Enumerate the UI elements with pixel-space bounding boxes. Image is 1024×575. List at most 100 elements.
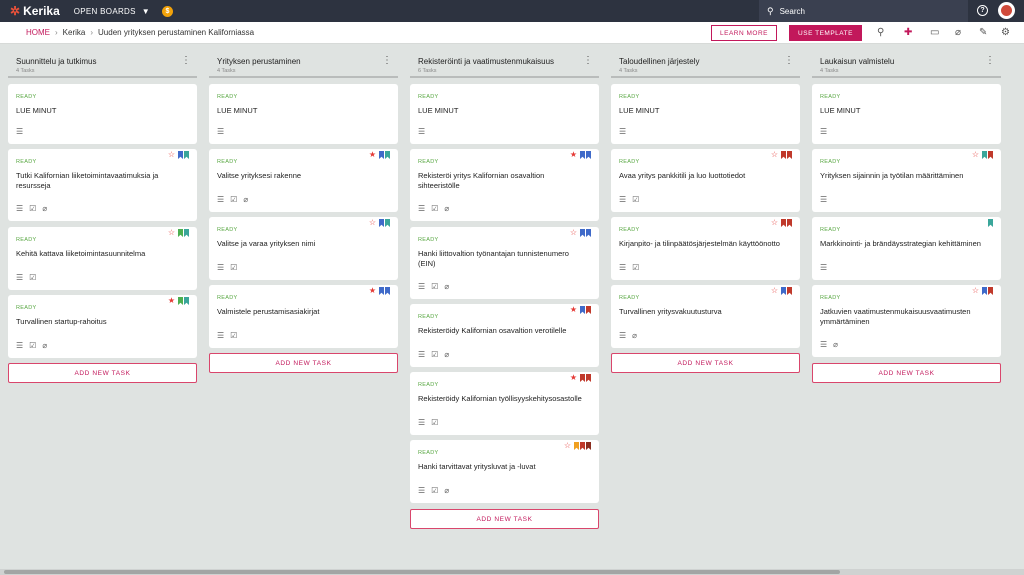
task-card[interactable]: READY Kirjanpito- ja tilinpäätösjärjestel… <box>611 217 800 280</box>
tag-bookmark-icon <box>574 442 579 450</box>
description-icon: ☰ <box>217 263 225 272</box>
column-header[interactable]: Suunnittelu ja tutkimus 4 Tasks ⋮ <box>8 44 197 78</box>
task-status: READY <box>16 159 37 165</box>
task-card[interactable]: READY Valitse ja varaa yrityksen nimi ☆ ☰ ☑ <box>209 217 398 280</box>
learn-more-button[interactable]: LEARN MORE <box>711 25 777 41</box>
star-outline-icon: ☆ <box>770 286 778 295</box>
tag-bookmark-icon <box>988 151 993 159</box>
task-card[interactable]: READY Avaa yritys pankkitili ja luo luott… <box>611 149 800 212</box>
task-card[interactable]: READY LUE MINUT ☰ <box>410 84 599 144</box>
checklist-icon: ☑ <box>431 350 439 359</box>
task-card-icons: ☰ <box>418 127 425 136</box>
column-task-count: 6 Tasks <box>418 68 437 74</box>
task-card[interactable]: READY Turvallinen startup-rahoitus ★ ☰ ☑ ⌀ <box>8 295 197 358</box>
scrollbar-thumb[interactable] <box>4 570 840 574</box>
add-new-task-button[interactable]: ADD NEW TASK <box>209 353 398 373</box>
add-new-task-button[interactable]: ADD NEW TASK <box>410 509 599 529</box>
task-card[interactable]: READY Hanki liittovaltion työnantajan tun… <box>410 227 599 299</box>
task-status: READY <box>820 295 841 301</box>
description-icon: ☰ <box>418 418 426 427</box>
column-header[interactable]: Rekisteröinti ja vaatimustenmukaisuus 6 T… <box>410 44 599 78</box>
task-card[interactable]: READY Kehitä kattava liiketoimintasuunnit… <box>8 227 197 290</box>
breadcrumb-account[interactable]: Kerika <box>63 28 86 37</box>
breadcrumb-home[interactable]: HOME <box>26 28 50 37</box>
task-title: Valmistele perustamisasiakirjat <box>217 307 320 316</box>
task-card[interactable]: READY Tutki Kalifornian liiketoimintavaat… <box>8 149 197 221</box>
task-card[interactable]: READY Turvallinen yritysvakuutusturva ☆ ☰ ⌀ <box>611 285 800 348</box>
add-new-task-button[interactable]: ADD NEW TASK <box>611 353 800 373</box>
add-new-task-button[interactable]: ADD NEW TASK <box>8 363 197 383</box>
chevron-down-icon: ▼ <box>141 6 150 16</box>
star-outline-icon: ☆ <box>971 150 979 159</box>
app-name: Kerika <box>23 4 60 18</box>
tag-bookmark-icon <box>178 229 183 237</box>
kerika-logo[interactable]: ✲ Kerika <box>10 4 60 18</box>
tag-bookmark-icon <box>586 442 591 450</box>
column-menu-icon[interactable]: ⋮ <box>583 56 593 66</box>
search-box[interactable]: ⚲ Search <box>759 0 968 22</box>
checklist-icon: ☑ <box>230 195 238 204</box>
open-boards-menu[interactable]: OPEN BOARDS ▼ <box>74 7 150 16</box>
task-card[interactable]: READY LUE MINUT ☰ <box>812 84 1001 144</box>
chat-icon[interactable]: ▭ <box>930 28 939 38</box>
task-card[interactable]: READY LUE MINUT ☰ <box>209 84 398 144</box>
description-icon: ☰ <box>16 204 24 213</box>
tools-icon[interactable]: ✎ <box>979 28 987 38</box>
task-flags: ★ <box>168 297 189 305</box>
task-flags: ☆ <box>570 229 591 237</box>
task-status: READY <box>418 94 439 100</box>
checklist-icon: ☑ <box>431 486 439 495</box>
task-flags: ☆ <box>369 219 390 227</box>
column-menu-icon[interactable]: ⋮ <box>985 56 995 66</box>
task-card[interactable]: READY Valmistele perustamisasiakirjat ★ ☰ ☑ <box>209 285 398 348</box>
upgrade-coin-icon[interactable]: $ <box>161 5 173 17</box>
attachment-icon: ⌀ <box>42 204 48 213</box>
tag-bookmark-icon <box>586 374 591 382</box>
task-card[interactable]: READY LUE MINUT ☰ <box>8 84 197 144</box>
task-flags: ☆ <box>168 151 189 159</box>
add-new-task-button[interactable]: ADD NEW TASK <box>812 363 1001 383</box>
search-icon: ⚲ <box>767 5 774 16</box>
task-title: LUE MINUT <box>217 106 258 115</box>
task-card[interactable]: READY Valitse yrityksesi rakenne ★ ☰ ☑ ⌀ <box>209 149 398 212</box>
column-title: Taloudellinen järjestely <box>619 57 700 66</box>
horizontal-scrollbar[interactable] <box>0 569 1024 575</box>
star-outline-icon: ☆ <box>167 150 175 159</box>
tag-bookmark-icon <box>178 151 183 159</box>
search-icon[interactable]: ⚲ <box>877 28 884 38</box>
checklist-icon: ☑ <box>29 341 37 350</box>
column-menu-icon[interactable]: ⋮ <box>784 56 794 66</box>
column-task-count: 4 Tasks <box>16 68 35 74</box>
column-header[interactable]: Laukaisun valmistelu 4 Tasks ⋮ <box>812 44 1001 78</box>
description-icon: ☰ <box>820 263 828 272</box>
star-outline-icon: ☆ <box>167 228 175 237</box>
settings-gear-icon[interactable]: ⚙ <box>1001 28 1010 38</box>
column-menu-icon[interactable]: ⋮ <box>181 56 191 66</box>
task-title: Kehitä kattava liiketoimintasuunnitelma <box>16 249 146 258</box>
task-card[interactable]: READY Rekisteröidy Kalifornian osavaltion… <box>410 304 599 367</box>
task-title: Yrityksen sijainnin ja työtilan määrittä… <box>820 171 964 180</box>
attachment-icon[interactable]: ⌀ <box>955 28 961 38</box>
task-card[interactable]: READY Rekisteröidy Kalifornian työllisyys… <box>410 372 599 435</box>
column-header[interactable]: Taloudellinen järjestely 4 Tasks ⋮ <box>611 44 800 78</box>
task-card[interactable]: READY Yrityksen sijainnin ja työtilan mää… <box>812 149 1001 212</box>
checklist-icon: ☑ <box>29 273 37 282</box>
task-title: Hanki tarvittavat yritysluvat ja -luvat <box>418 462 536 471</box>
use-template-button[interactable]: USE TEMPLATE <box>789 25 862 41</box>
task-card[interactable]: READY Markkinointi- ja brändäysstrategian… <box>812 217 1001 280</box>
task-card[interactable]: READY Hanki tarvittavat yritysluvat ja -l… <box>410 440 599 503</box>
task-title: Markkinointi- ja brändäysstrategian kehi… <box>820 239 981 248</box>
add-person-icon[interactable]: ✚ <box>904 28 912 38</box>
task-card-icons: ☰ ☑ <box>619 195 639 204</box>
task-card[interactable]: READY Rekisteröi yritys Kalifornian osava… <box>410 149 599 221</box>
user-avatar[interactable] <box>998 2 1015 19</box>
column-menu-icon[interactable]: ⋮ <box>382 56 392 66</box>
task-card-icons: ☰ ☑ <box>16 273 36 282</box>
task-card[interactable]: READY LUE MINUT ☰ <box>611 84 800 144</box>
task-card[interactable]: READY Jatkuvien vaatimustenmukaisuusvaati… <box>812 285 1001 357</box>
task-card-icons: ☰ ☑ ⌀ <box>418 350 449 359</box>
tag-bookmark-icon <box>982 151 987 159</box>
column-header[interactable]: Yrityksen perustaminen 4 Tasks ⋮ <box>209 44 398 78</box>
tag-bookmark-icon <box>379 219 384 227</box>
help-icon[interactable]: ? <box>977 5 988 16</box>
